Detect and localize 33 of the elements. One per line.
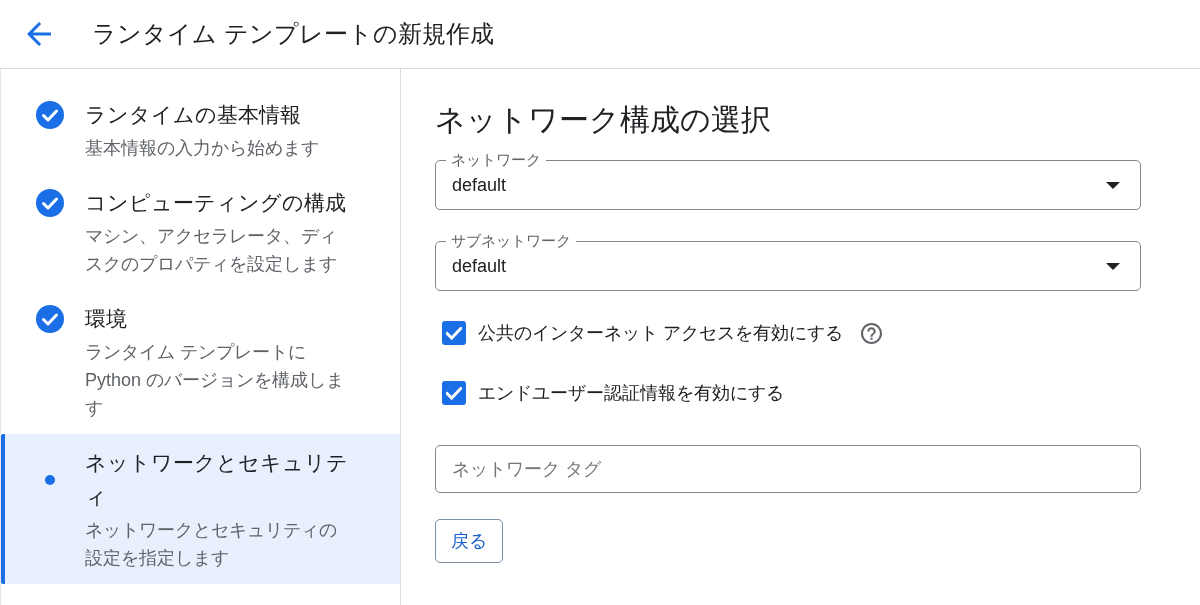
step-title: 環境 <box>85 306 128 332</box>
select-value: default <box>452 174 507 197</box>
network-tags-field[interactable]: ネットワーク タグ <box>435 445 1141 493</box>
back-button[interactable]: 戻る <box>435 519 503 563</box>
page-title: ランタイム テンプレートの新規作成 <box>92 19 494 49</box>
dropdown-select[interactable]: ネットワーク default <box>435 152 1141 210</box>
step-description: 基本情報の入力から始めます <box>85 137 320 160</box>
checkmark-icon <box>446 386 462 400</box>
checkbox[interactable] <box>442 321 466 345</box>
step-title: ネットワークとセキュリティ <box>85 450 349 510</box>
select-value: default <box>452 255 507 278</box>
step-title: コンピューティングの構成 <box>85 190 347 216</box>
step-item[interactable]: 環境 ランタイム テンプレートに Python のバージョンを構成します <box>1 290 400 434</box>
dropdown-caret-icon <box>1106 262 1120 270</box>
checkbox[interactable] <box>442 381 466 405</box>
checkbox-label: 公共のインターネット アクセスを有効にする <box>478 322 843 345</box>
back-button[interactable] <box>27 22 51 46</box>
section-heading: ネットワーク構成の選択 <box>435 102 772 138</box>
step-description: マシン、アクセラレータ、ディスクのプロパティを設定します <box>85 225 338 276</box>
dropdown-select[interactable]: サブネットワーク default <box>435 233 1141 291</box>
checkbox-label: エンドユーザー認証情報を有効にする <box>478 382 784 405</box>
step-description: ランタイム テンプレートに Python のバージョンを構成します <box>85 341 346 420</box>
step-item[interactable]: ネットワークとセキュリティ ネットワークとセキュリティの設定を指定します <box>1 434 400 584</box>
step-item[interactable]: ランタイムの基本情報 基本情報の入力から始めます <box>1 86 400 174</box>
step-title: ランタイムの基本情報 <box>85 102 302 128</box>
dropdown-caret-icon <box>1106 181 1120 189</box>
help-icon[interactable] <box>861 322 882 344</box>
arrow-left-icon <box>27 22 51 46</box>
step-item[interactable]: コンピューティングの構成 マシン、アクセラレータ、ディスクのプロパティを設定します <box>1 174 400 290</box>
step-description: ネットワークとセキュリティの設定を指定します <box>85 519 338 570</box>
field-label: サブネットワーク <box>450 233 572 249</box>
field-label: ネットワーク <box>450 152 542 168</box>
checkmark-icon <box>446 326 462 340</box>
